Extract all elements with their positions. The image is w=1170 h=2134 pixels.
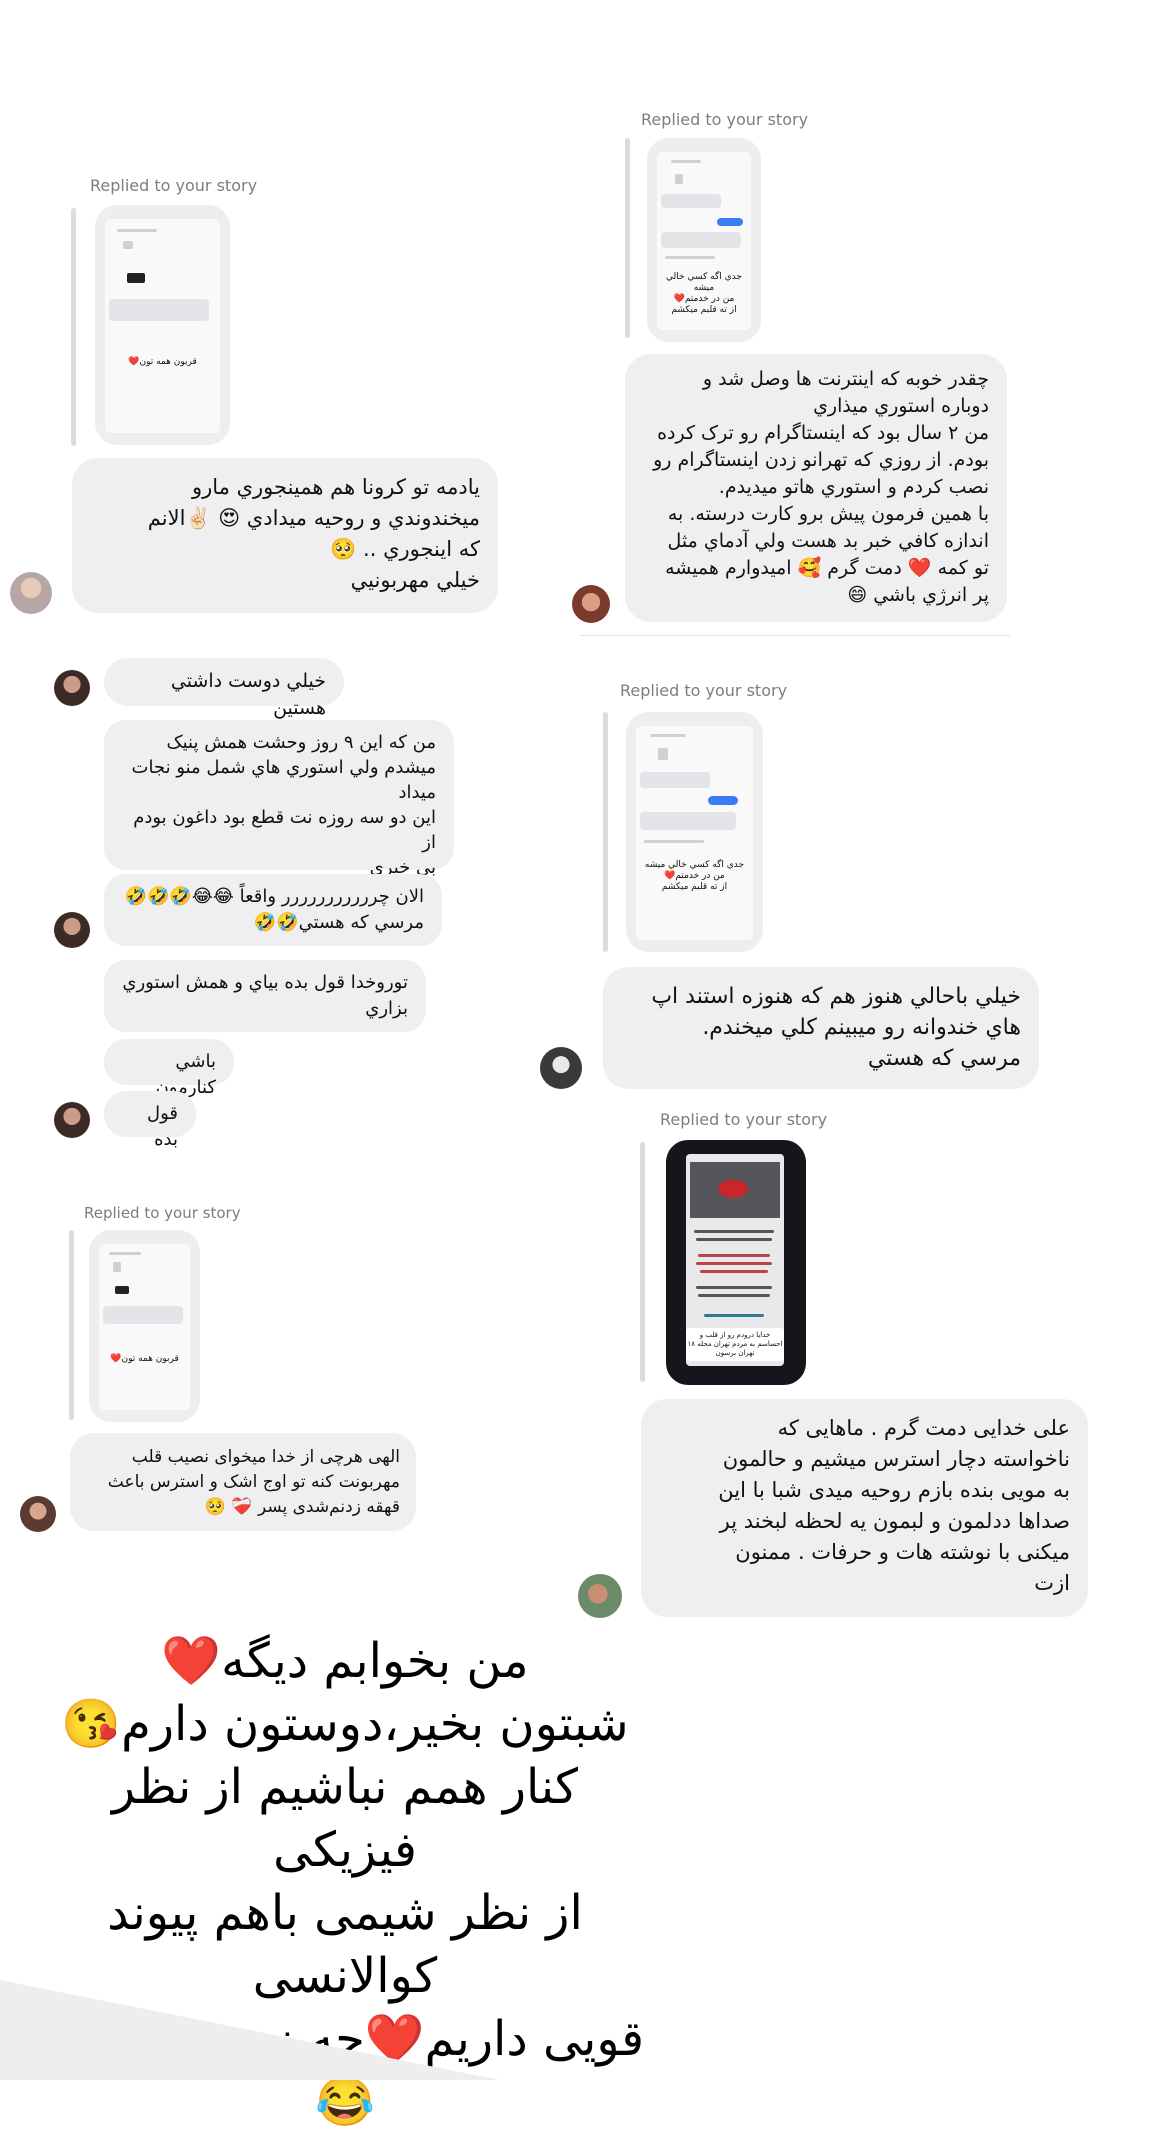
avatar[interactable] — [10, 572, 52, 614]
avatar[interactable] — [578, 1574, 622, 1618]
message-bubble[interactable]: باشي كنارمون — [104, 1039, 234, 1098]
story-thumbnail[interactable]: قربون همه تون❤️ — [95, 205, 230, 445]
story-preview: خدايا درودم رو از قلب و احساسم به مردم ت… — [686, 1154, 784, 1366]
story-caption: قربون همه تون❤️ — [128, 357, 197, 367]
replied-label: Replied to your story — [660, 1110, 828, 1129]
quote-rule — [603, 712, 608, 952]
quote-rule — [69, 1230, 74, 1420]
story-thumbnail[interactable]: جدي اگه كسي خالي ميشه من در خدمتم❤️ از ت… — [647, 138, 761, 342]
message-bubble[interactable]: خيلي دوست داشتي هستين — [104, 658, 344, 719]
story-caption: خدايا درودم رو از قلب و احساسم به مردم ت… — [686, 1328, 784, 1361]
divider — [580, 635, 1010, 636]
message-bubble[interactable]: علی خدایی دمت گرم . ماهایی که ناخواسته د… — [641, 1399, 1088, 1617]
avatar[interactable] — [572, 585, 610, 623]
story-thumbnail[interactable]: خدايا درودم رو از قلب و احساسم به مردم ت… — [666, 1140, 806, 1385]
story-caption: قربون همه تون❤️ — [110, 1354, 179, 1364]
quote-rule — [625, 138, 630, 338]
avatar[interactable] — [54, 1102, 90, 1138]
avatar[interactable] — [540, 1047, 582, 1089]
message-bubble[interactable]: چقدر خوبه كه اينترنت ها وصل شد و دوباره … — [625, 354, 1007, 622]
message-bubble[interactable]: يادمه تو كرونا هم همينجوري مارو ميخندوند… — [72, 458, 498, 613]
avatar[interactable] — [54, 912, 90, 948]
replied-label: Replied to your story — [84, 1204, 241, 1222]
story-caption: جدي اگه كسي خالي ميشه من در خدمتم❤️ از ت… — [666, 272, 742, 315]
message-bubble[interactable]: خيلي باحالي هنوز هم كه هنوزه استند اپ ها… — [603, 967, 1039, 1089]
message-bubble[interactable]: الهی هرچی از خدا میخوای نصیب قلب مهربونت… — [70, 1433, 416, 1531]
replied-label: Replied to your story — [90, 176, 258, 195]
background-corner — [0, 1980, 500, 2080]
story-thumbnail[interactable]: جدي اگه كسي خالي ميشه من در خدمتم❤️ از ت… — [626, 712, 763, 952]
message-bubble[interactable]: توروخدا قول بده بياي و همش استوري بزاري — [104, 960, 426, 1032]
message-bubble[interactable]: من كه اين ۹ روز وحشت همش پنيک ميشدم ولي … — [104, 720, 454, 878]
story-preview: قربون همه تون❤️ — [99, 1244, 190, 1410]
story-preview: جدي اگه كسي خالي ميشه من در خدمتم❤️ از ت… — [657, 152, 751, 330]
story-caption: جدي اگه كسي خالي ميشه من در خدمتم❤️ از ت… — [644, 860, 745, 892]
avatar[interactable] — [54, 670, 90, 706]
replied-label: Replied to your story — [641, 110, 809, 129]
avatar[interactable] — [20, 1496, 56, 1532]
message-bubble[interactable]: قول بده — [104, 1091, 196, 1150]
story-thumbnail[interactable]: قربون همه تون❤️ — [89, 1230, 200, 1422]
quote-rule — [71, 208, 76, 446]
story-preview: جدي اگه كسي خالي ميشه من در خدمتم❤️ از ت… — [636, 726, 753, 940]
story-preview: قربون همه تون❤️ — [105, 219, 220, 433]
quote-rule — [640, 1142, 645, 1382]
message-bubble[interactable]: الان چررررررررررر واقعاً 😂😂🤣🤣🤣 مرسي كه ه… — [104, 874, 442, 946]
replied-label: Replied to your story — [620, 681, 788, 700]
